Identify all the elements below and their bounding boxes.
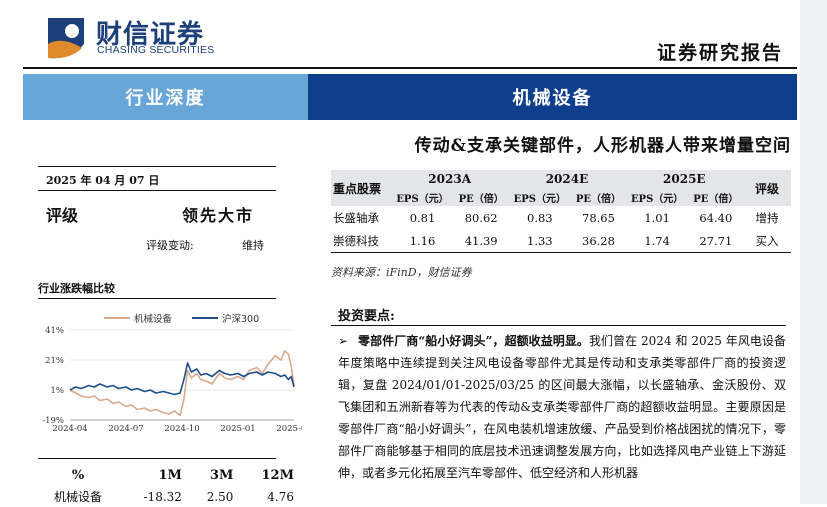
report-type: 证券研究报告 <box>656 42 783 64</box>
year-2023a: 2023A <box>391 170 509 188</box>
pe-header: PE（倍） <box>454 188 509 206</box>
eps-header: EPS（元） <box>625 188 689 206</box>
stock-name: 长盛轴承 <box>333 210 379 225</box>
sidebar-rule-chart <box>38 298 276 299</box>
legend-label: 沪深300 <box>222 313 259 325</box>
table-row: 崇德科技 1.16 41.39 1.33 36.28 1.74 27.71 买入 <box>331 229 791 253</box>
logo-en-text: CHASING SECURITIES <box>97 44 215 56</box>
side-scroll-panel <box>800 0 827 504</box>
investment-lead: 零部件厂商“船小好调头”，超额收益明显。 <box>358 334 589 348</box>
perf-col-3m: 3M <box>209 467 234 483</box>
table-row: 长盛轴承 0.81 80.62 0.83 78.65 1.01 64.40 增持 <box>331 206 791 229</box>
investment-title: 投资要点: <box>338 309 395 324</box>
x-tick-label: 2024-10 <box>164 424 199 434</box>
year-2025e: 2025E <box>625 170 743 188</box>
rating-change-label: 评级变动: <box>146 239 194 252</box>
perf-table: % 1M 3M 12M 机械设备 -18.32 2.50 4.76 <box>38 464 300 507</box>
eps-header: EPS（元） <box>391 188 454 206</box>
header-divider <box>23 67 797 69</box>
sidebar-rule-table <box>38 458 276 459</box>
x-tick-label: 2024-07 <box>108 424 143 434</box>
y-tick-label: 21% <box>45 356 64 366</box>
stock-table-header-years: 重点股票 2023A 2024E 2025E 评级 <box>331 170 791 206</box>
rating-label: 评级 <box>46 206 79 225</box>
stock-value: 41.39 <box>454 229 509 253</box>
stock-value: 27.71 <box>688 229 743 253</box>
rating-change-value: 维持 <box>242 239 264 252</box>
company-logo-icon <box>48 18 84 59</box>
stock-name: 崇德科技 <box>331 229 391 253</box>
perf-col-12m: 12M <box>261 467 294 483</box>
eps-header: EPS（元） <box>508 188 572 206</box>
stock-value: 1.74 <box>625 229 689 253</box>
stock-col-name: 重点股票 <box>331 170 391 206</box>
stock-value: 0.83 <box>527 210 553 225</box>
stock-table: 重点股票 2023A 2024E 2025E 评级 EPS（元） PE（倍） E… <box>331 170 791 253</box>
perf-col-pct: % <box>71 467 85 483</box>
stock-col-rating: 评级 <box>743 170 791 206</box>
pe-header: PE（倍） <box>571 188 626 206</box>
stock-table-header-metrics: EPS（元） PE（倍） EPS（元） PE（倍） EPS（元） PE（倍） <box>331 188 791 206</box>
sidebar-rule-date <box>38 190 276 191</box>
report-date: 2025 年 04 月 07 日 <box>46 174 160 187</box>
y-tick-label: 1% <box>51 386 65 396</box>
table-source-note: 资料来源：iFinD，财信证券 <box>331 266 472 279</box>
perf-col-1m: 1M <box>158 467 182 483</box>
series-line-machinery <box>69 350 295 417</box>
stock-value: 1.33 <box>508 229 572 253</box>
report-headline: 传动&支承关键部件，人形机器人带来增量空间 <box>414 136 791 156</box>
perf-line-chart: 机械设备 沪深30041%21%1%-19%2024-04 2024-07 2024-… <box>42 313 302 434</box>
sidebar-rule-top <box>38 166 276 167</box>
investment-divider <box>331 325 786 326</box>
legend-label: 机械设备 <box>134 313 173 325</box>
stock-rating: 增持 <box>755 210 779 225</box>
stock-value: 0.81 <box>409 210 436 225</box>
x-tick-label: 2025-01 <box>220 424 255 434</box>
investment-body: 我们曾在 2024 和 2025 年风电设备年度策略中连续提到关注风电设备零部件… <box>338 334 786 480</box>
year-2024e: 2024E <box>508 170 626 188</box>
bullet-arrow-icon: ➢ <box>338 334 349 348</box>
stock-value: 64.40 <box>699 210 733 225</box>
x-tick-label: 2025-04 <box>276 424 302 434</box>
banner-category: 行业深度 <box>23 74 308 120</box>
banner-industry: 机械设备 <box>308 74 797 120</box>
stock-value: 36.28 <box>571 229 626 253</box>
stock-value: 80.62 <box>464 210 498 225</box>
investment-paragraph: ➢ 零部件厂商“船小好调头”，超额收益明显。我们曾在 2024 和 2025 年风… <box>338 330 786 484</box>
stock-value: 78.65 <box>582 210 615 225</box>
stock-value: 1.16 <box>391 229 454 253</box>
stock-rating: 买入 <box>743 229 791 253</box>
rating-value: 领先大市 <box>182 206 255 225</box>
x-tick-label: 2024-04 <box>52 424 87 434</box>
perf-table-header: % 1M 3M 12M <box>38 464 300 486</box>
perf-chart-title: 行业涨跌幅比较 <box>38 282 115 295</box>
stock-value: 1.01 <box>644 210 670 225</box>
y-tick-label: 41% <box>45 326 64 336</box>
pe-header: PE（倍） <box>688 188 743 206</box>
